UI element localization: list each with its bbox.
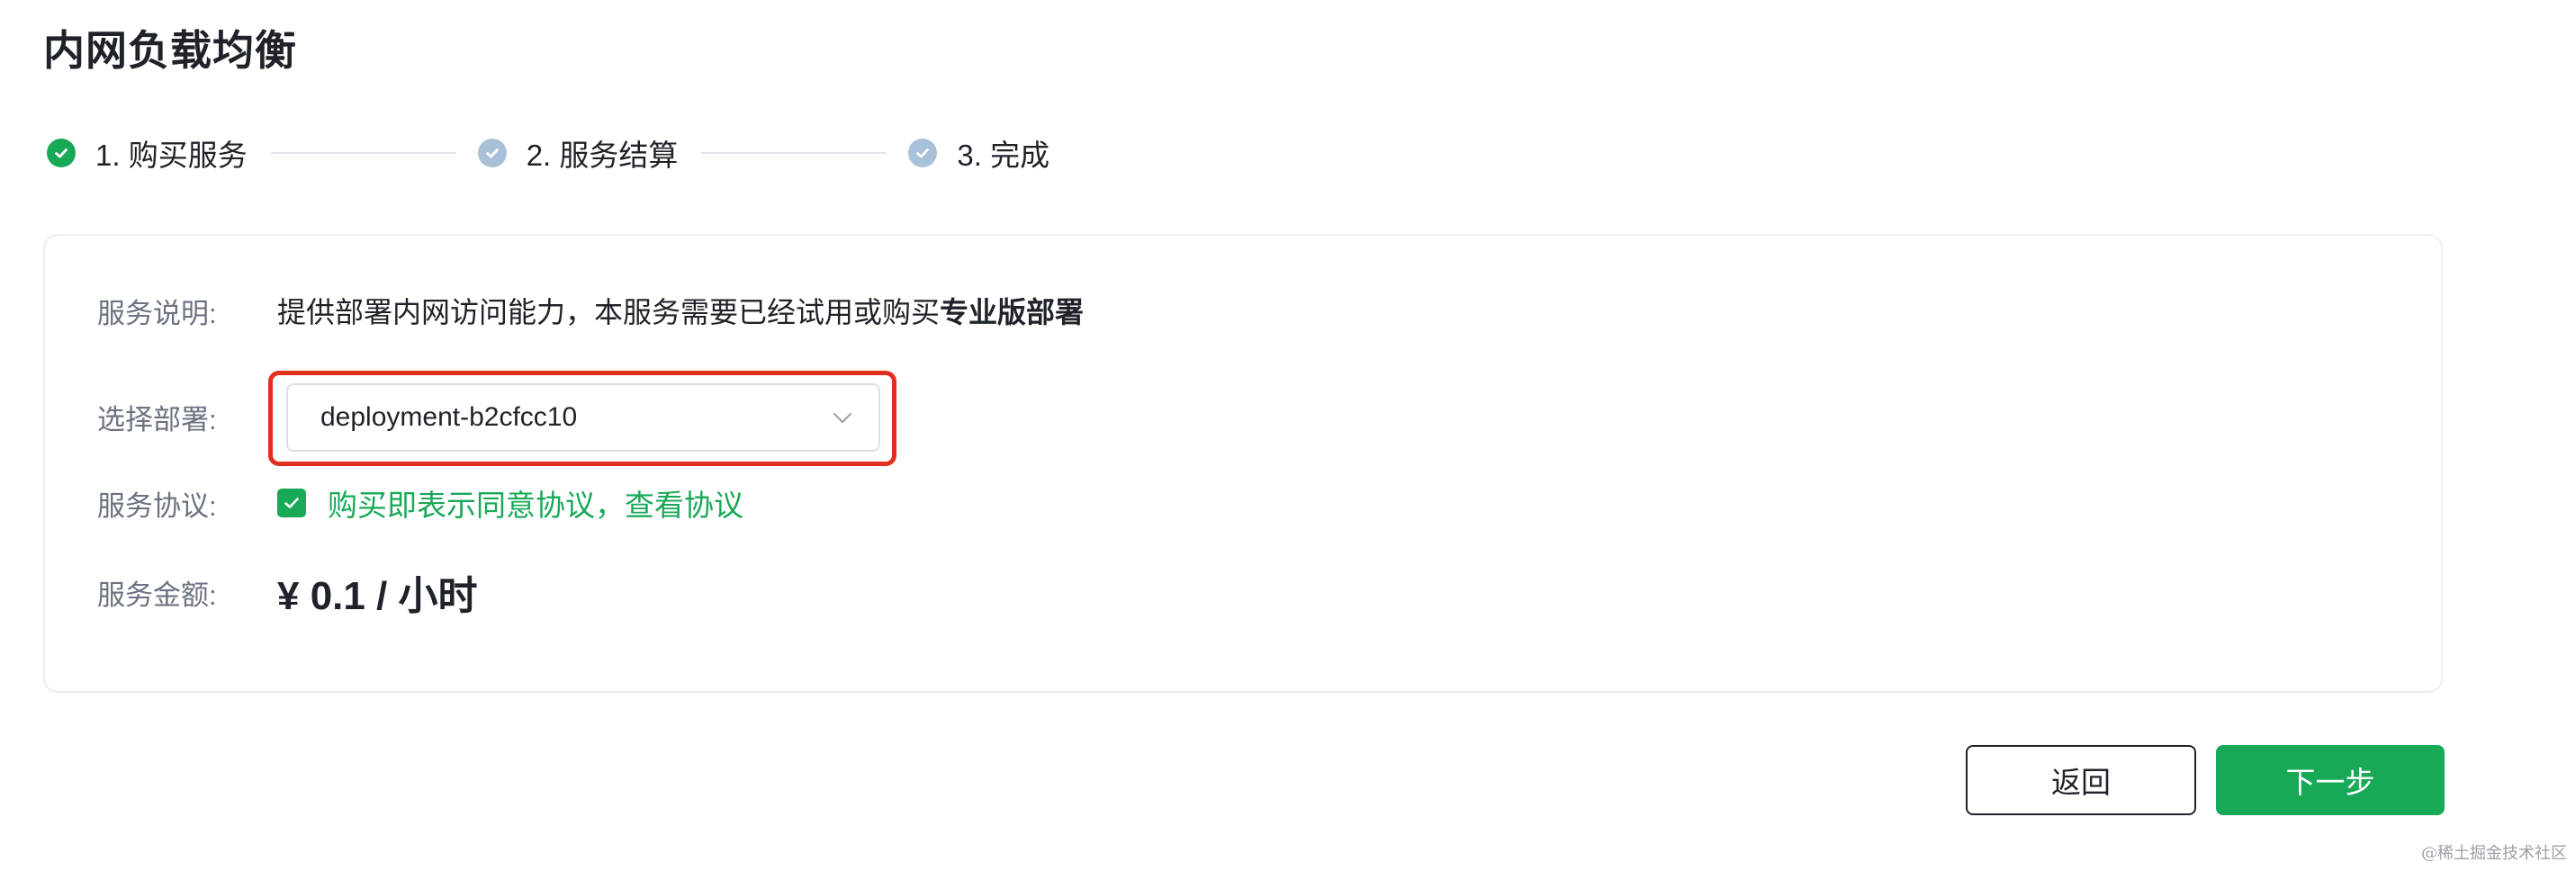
next-step-button[interactable]: 下一步 (2216, 745, 2445, 815)
chevron-down-icon (830, 405, 855, 430)
step-label: 2. 服务结算 (526, 139, 679, 172)
step-complete: 3. 完成 (908, 131, 1049, 175)
description-row: 服务说明: 提供部署内网访问能力，本服务需要已经试用或购买专业版部署 (97, 288, 1084, 333)
check-circle-icon (477, 139, 507, 167)
steps-bar: 1. 购买服务 2. 服务结算 3. 完成 (47, 130, 1049, 176)
checkmark-icon (284, 498, 299, 508)
step-divider (270, 152, 456, 154)
back-button[interactable]: 返回 (1966, 745, 2196, 815)
step-label: 3. 完成 (957, 139, 1050, 172)
service-form-card: 服务说明: 提供部署内网访问能力，本服务需要已经试用或购买专业版部署 选择部署:… (43, 234, 2443, 693)
agreement-label: 服务协议: (97, 489, 217, 522)
deployment-select-value: deployment-b2cfcc10 (320, 402, 578, 432)
description-body: 提供部署内网访问能力，本服务需要已经试用或购买 (277, 296, 941, 328)
step-divider (701, 152, 887, 154)
description-text: 提供部署内网访问能力，本服务需要已经试用或购买专业版部署 (277, 290, 1084, 331)
agreement-row: 服务协议: 购买即表示同意协议，查看协议 (97, 480, 743, 525)
deployment-select[interactable]: deployment-b2cfcc10 (286, 383, 880, 452)
step-checkout: 2. 服务结算 (477, 131, 679, 175)
description-label: 服务说明: (97, 297, 217, 329)
deployment-label: 选择部署: (97, 403, 217, 436)
price-row: 服务金额: ¥ 0.1 / 小时 (97, 563, 478, 621)
check-circle-icon (47, 139, 76, 167)
agreement-checkbox[interactable] (277, 489, 306, 517)
price-value: ¥ 0.1 / 小时 (277, 574, 478, 618)
agreement-link[interactable]: 购买即表示同意协议，查看协议 (328, 481, 743, 525)
step-label: 1. 购买服务 (95, 139, 248, 172)
price-label: 服务金额: (97, 579, 217, 611)
description-emphasis: 专业版部署 (940, 296, 1085, 328)
check-circle-icon (908, 139, 938, 167)
step-purchase: 1. 购买服务 (47, 131, 248, 175)
deployment-row: 选择部署: (97, 378, 277, 455)
watermark: @稀土掘金技术社区 (2421, 844, 2567, 863)
page-title: 内网负载均衡 (43, 27, 297, 74)
